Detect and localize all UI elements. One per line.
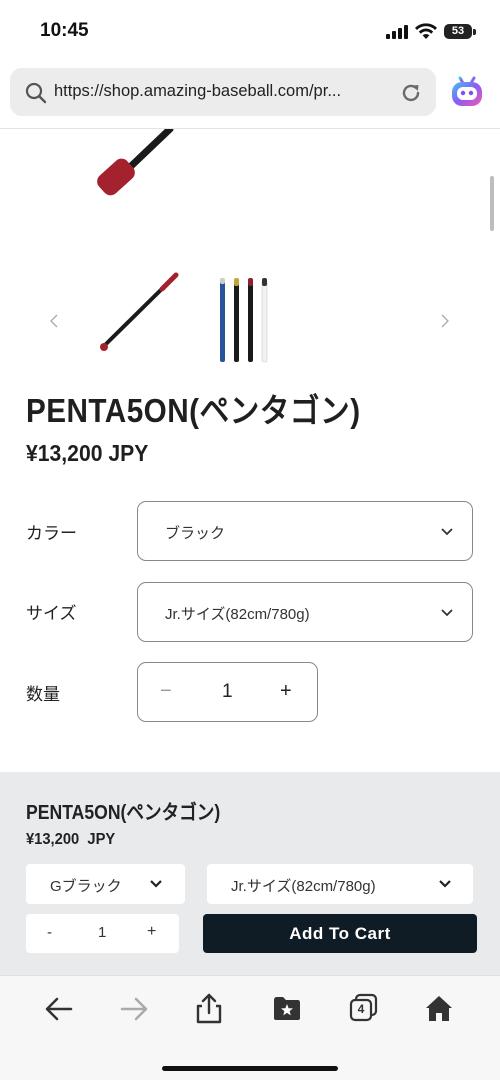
sticky-product-title: PENTA5ON(ペンタゴン) <box>26 802 221 824</box>
status-time: 10:45 <box>40 20 89 41</box>
url-text[interactable]: https://shop.amazing-baseball.com/pr... <box>54 82 384 101</box>
browser-toolbar <box>0 975 500 1080</box>
size-label: サイズ <box>26 604 77 623</box>
tabs-count: 4 <box>357 1002 365 1016</box>
wifi-icon <box>415 23 437 39</box>
quantity-stepper[interactable]: − 1 + <box>137 662 318 722</box>
product-price: ¥13,200 JPY <box>26 440 149 466</box>
color-label: カラー <box>26 524 77 543</box>
thumbnail-bat-black[interactable] <box>92 270 182 356</box>
bookmarks-icon[interactable] <box>272 995 302 1021</box>
sticky-color-select[interactable]: Gブラック <box>26 864 185 904</box>
quantity-label: 数量 <box>26 685 60 704</box>
color-select[interactable]: ブラック <box>137 501 473 561</box>
quantity-value[interactable]: 1 <box>222 681 233 703</box>
scroll-indicator <box>490 176 494 231</box>
size-select[interactable]: Jr.サイズ(82cm/780g) <box>137 582 473 642</box>
sticky-quantity-decrease-button[interactable]: - <box>47 924 52 941</box>
sticky-quantity-increase-button[interactable]: + <box>147 923 156 941</box>
back-arrow-icon[interactable] <box>44 995 74 1023</box>
forward-arrow-icon[interactable] <box>119 995 149 1023</box>
sticky-quantity-value[interactable]: 1 <box>98 924 106 941</box>
sticky-quantity-stepper[interactable]: - 1 + <box>26 914 179 953</box>
cellular-signal-icon <box>386 25 408 39</box>
reload-icon[interactable] <box>399 81 423 105</box>
chevron-right-icon[interactable] <box>439 313 451 329</box>
sticky-product-price: ¥13,200 JPY <box>26 831 116 848</box>
share-icon[interactable] <box>194 992 224 1024</box>
chevron-down-icon <box>441 528 453 536</box>
size-select-value: Jr.サイズ(82cm/780g) <box>165 606 310 623</box>
thumbnail-bat-lineup[interactable] <box>212 274 292 364</box>
add-to-cart-button[interactable]: Add To Cart <box>203 914 477 953</box>
chevron-down-icon <box>441 609 453 617</box>
battery-nub <box>473 29 476 35</box>
home-indicator <box>162 1066 338 1071</box>
product-title: PENTA5ON(ペンタゴン) <box>26 392 361 429</box>
main-product-image <box>97 129 174 196</box>
home-icon[interactable] <box>424 994 454 1022</box>
chevron-left-icon[interactable] <box>48 313 60 329</box>
assistant-bot-icon[interactable] <box>448 72 486 110</box>
sticky-size-select[interactable]: Jr.サイズ(82cm/780g) <box>207 864 473 904</box>
color-select-value: ブラック <box>165 525 226 542</box>
battery-icon: 53 <box>444 24 472 39</box>
sticky-size-value: Jr.サイズ(82cm/780g) <box>231 878 376 895</box>
chevron-down-icon <box>439 880 451 888</box>
search-icon <box>25 82 47 104</box>
quantity-increase-button[interactable]: + <box>280 680 292 703</box>
sticky-color-value: Gブラック <box>50 878 122 895</box>
chevron-down-icon <box>150 880 162 888</box>
quantity-decrease-button[interactable]: − <box>160 680 172 703</box>
